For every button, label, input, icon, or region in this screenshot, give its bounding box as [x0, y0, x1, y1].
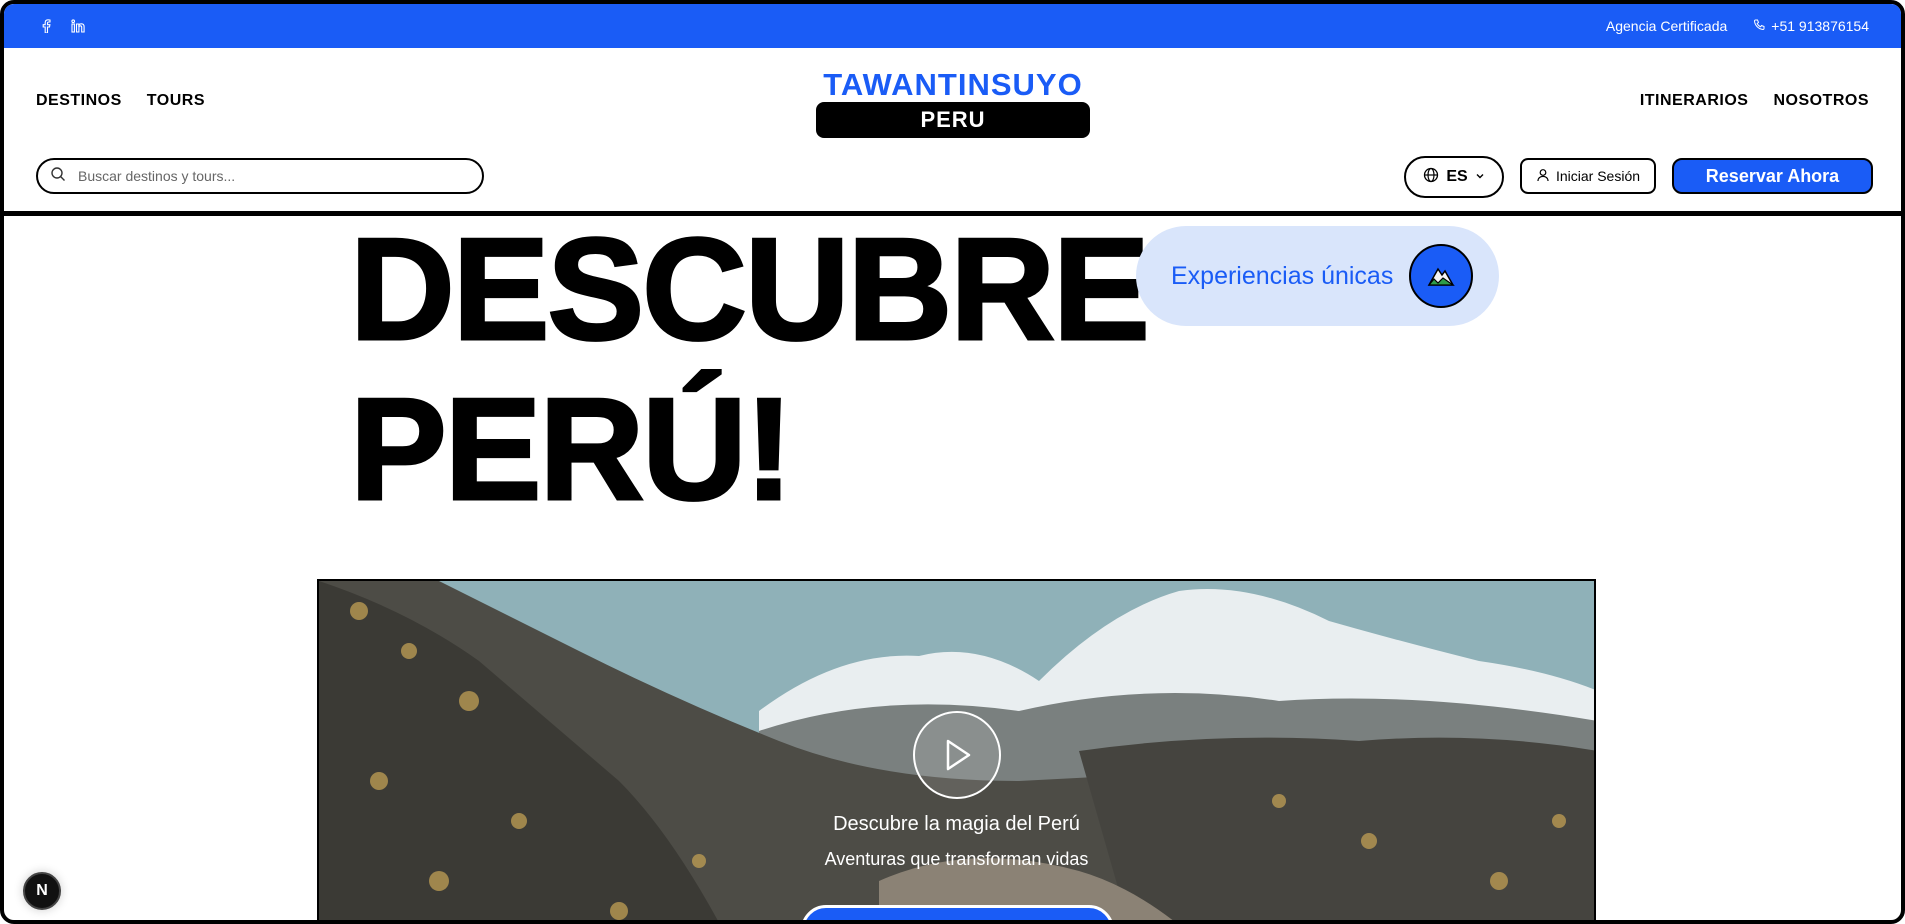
linkedin-icon[interactable]	[70, 18, 86, 34]
chevron-down-icon	[1475, 168, 1485, 186]
dev-tools-badge[interactable]: N	[23, 872, 61, 910]
top-bar: Agencia Certificada +51 913876154	[4, 4, 1901, 48]
login-label: Iniciar Sesión	[1555, 168, 1641, 184]
facebook-icon[interactable]	[38, 18, 54, 34]
social-links	[38, 18, 86, 34]
arrow-right-icon	[1075, 916, 1089, 920]
search-bar	[36, 158, 484, 194]
nav-item-itinerarios[interactable]: ITINERARIOS	[1640, 92, 1749, 110]
logo-wordmark: TAWANTINSUYO	[823, 67, 1083, 102]
reserve-now-button[interactable]: Reservar Ahora	[1672, 158, 1873, 194]
play-button[interactable]	[913, 711, 1001, 799]
login-button[interactable]: Iniciar Sesión	[1520, 158, 1656, 194]
nav-item-destinos[interactable]: DESTINOS	[36, 92, 122, 110]
language-code: ES	[1446, 168, 1468, 185]
experiences-label: Experiencias únicas	[1171, 261, 1394, 290]
nav-right: ITINERARIOS NOSOTROS	[1640, 92, 1869, 110]
phone-icon	[1753, 18, 1765, 34]
page-frame: Agencia Certificada +51 913876154 DESTIN…	[0, 0, 1905, 924]
user-icon	[1536, 168, 1550, 185]
experiences-pill: Experiencias únicas	[1136, 226, 1499, 326]
hero-title: DESCUBRE PERÚ!	[349, 208, 1152, 531]
nav-item-tours[interactable]: TOURS	[147, 92, 205, 110]
mountain-icon	[1409, 244, 1474, 308]
certified-label: Agencia Certificada	[1605, 18, 1728, 34]
nav-left: DESTINOS TOURS	[36, 92, 205, 110]
video-subtitle: Aventuras que transforman vidas	[824, 849, 1089, 869]
search-icon	[50, 166, 66, 187]
logo-subtitle: PERU	[816, 102, 1090, 138]
search-input[interactable]	[78, 168, 438, 184]
video-reserve-label: RESERVAR AHORA	[816, 916, 1055, 920]
main-header: DESTINOS TOURS TAWANTINSUYO PERU ITINERA…	[4, 48, 1901, 216]
phone-link[interactable]: +51 913876154	[1753, 18, 1869, 34]
language-selector[interactable]: ES	[1404, 156, 1504, 198]
video-reserve-button[interactable]: RESERVAR AHORA	[801, 905, 1114, 920]
globe-icon	[1423, 167, 1439, 188]
nav-item-nosotros[interactable]: NOSOTROS	[1773, 92, 1869, 110]
hero-title-line1: DESCUBRE	[349, 208, 1152, 371]
phone-number: +51 913876154	[1771, 18, 1869, 34]
hero-video[interactable]: Descubre la magia del Perú Aventuras que…	[317, 579, 1596, 920]
topbar-right: Agencia Certificada +51 913876154	[1606, 18, 1869, 34]
video-title: Descubre la magia del Perú	[833, 813, 1080, 835]
site-logo[interactable]: TAWANTINSUYO PERU	[816, 68, 1090, 138]
hero-title-line2: PERÚ!	[349, 368, 795, 531]
